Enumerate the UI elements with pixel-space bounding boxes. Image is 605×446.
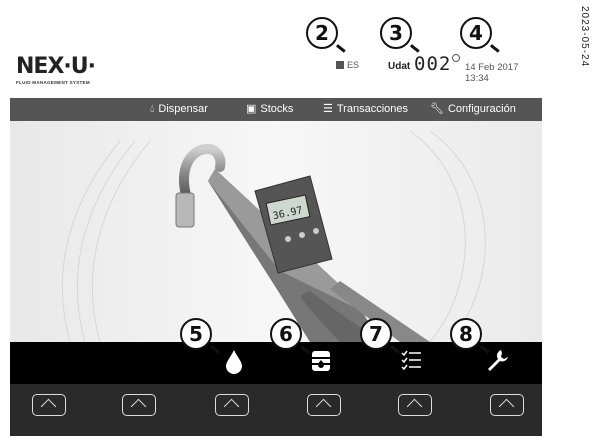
softkey-6[interactable] [490,394,524,416]
callout-8: 8 [450,318,482,350]
hero-image: 36.97 [10,121,542,342]
callout-5: 5 [180,318,212,350]
side-date-text: 2023-05-24 [579,6,590,68]
menu-item-configuracion[interactable]: 🔧︎ Configuración [430,98,516,121]
date-time: 14 Feb 2017 13:34 [465,62,519,84]
user-number: 002 [414,53,452,75]
softkey-3[interactable] [215,394,249,416]
flag-icon [336,61,344,69]
softkey-2[interactable] [122,394,156,416]
fuel-nozzle-meter-image: 36.97 [10,121,542,342]
softkey-1[interactable] [32,394,66,416]
wrench-icon: 🔧︎ [430,103,444,115]
clock-icon [452,54,460,62]
softkey-bar [10,384,542,436]
device-screen: NEX·U· FLUID MANAGEMENT SYSTEM ES Udat 0… [10,44,542,436]
softkey-4[interactable] [307,394,341,416]
menu-item-dispensar[interactable]: 💧︎ Dispensar [150,98,208,121]
callout-6: 6 [270,318,302,350]
list-icon: ☰ [323,103,333,115]
drop-icon: 💧︎ [150,103,155,115]
softkey-5[interactable] [398,394,432,416]
barrel-icon: ▣ [246,103,257,115]
language-label: ES [347,60,360,70]
nexu-logo: NEX·U· FLUID MANAGEMENT SYSTEM [16,54,96,85]
barrel-icon[interactable] [307,348,335,378]
list-icon[interactable] [397,348,425,378]
menu-item-stocks[interactable]: ▣ Stocks [246,98,293,121]
header-bar: NEX·U· FLUID MANAGEMENT SYSTEM ES Udat 0… [10,44,542,96]
main-menu: 💧︎ Dispensar ▣ Stocks ☰ Transacciones 🔧︎ Con… [10,98,542,121]
language-selector[interactable]: ES [336,60,359,70]
callout-7: 7 [360,318,392,350]
drop-icon[interactable] [220,348,248,378]
user-label: Udat [388,61,411,72]
callout-3: 3 [380,17,412,49]
callout-2: 2 [306,17,338,49]
callout-4: 4 [460,17,492,49]
menu-item-transacciones[interactable]: ☰ Transacciones [323,98,408,121]
